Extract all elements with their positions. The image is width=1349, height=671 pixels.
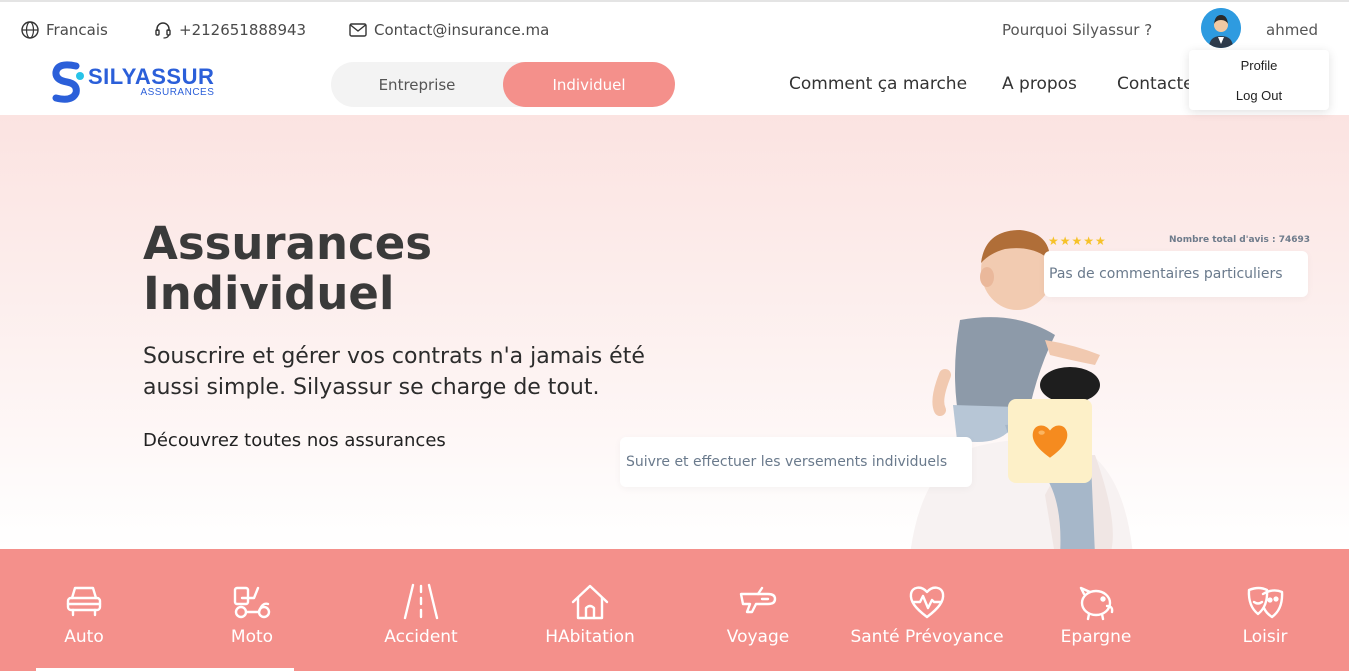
category-label: Santé Prévoyance (850, 627, 1004, 647)
language-selector[interactable]: Francais (20, 20, 108, 40)
discover-all-insurances-link[interactable]: Découvrez toutes nos assurances (143, 430, 446, 451)
nav-about[interactable]: A propos (1002, 74, 1077, 94)
hero-title-line1: Assurances (143, 217, 433, 270)
category-sante-prevoyance[interactable]: Santé Prévoyance (847, 549, 1007, 671)
house-icon (571, 584, 609, 620)
orange-heart-icon (1032, 425, 1068, 458)
rating-stars: ★★★★★ (1048, 234, 1107, 248)
car-icon (66, 586, 102, 617)
tracking-feature-card: Suivre et effectuer les versements indiv… (620, 437, 972, 487)
category-moto[interactable]: Moto (212, 549, 292, 671)
menu-item-profile[interactable]: Profile (1189, 58, 1329, 73)
menu-item-logout[interactable]: Log Out (1189, 88, 1329, 103)
nav-how-it-works[interactable]: Comment ça marche (789, 74, 967, 94)
category-auto[interactable]: Auto (44, 549, 124, 671)
logo-name: SILYASSUR (88, 64, 215, 89)
why-silyassur-link[interactable]: Pourquoi Silyassur ? (1002, 21, 1152, 39)
heart-emoji-card (1008, 399, 1092, 483)
customer-type-toggle: Entreprise Individuel (331, 62, 675, 107)
user-name[interactable]: ahmed (1266, 21, 1318, 39)
silyassur-logo-icon (52, 61, 84, 103)
hero-subtitle: Souscrire et gérer vos contrats n'a jama… (143, 344, 645, 400)
category-label: Accident (384, 627, 458, 647)
heart-pulse-icon (909, 586, 945, 619)
scooter-icon (233, 586, 271, 619)
category-voyage[interactable]: Voyage (713, 549, 803, 671)
user-avatar-icon (1201, 8, 1241, 48)
top-bar: Francais +212651888943 Contact@insurance… (0, 0, 1349, 56)
logo[interactable]: SILYASSUR ASSURANCES (50, 60, 214, 104)
globe-icon (21, 21, 39, 39)
rating-total: Nombre total d'avis : 74693 (1169, 235, 1311, 245)
phone-contact[interactable]: +212651888943 (153, 20, 306, 40)
category-accident[interactable]: Accident (371, 549, 471, 671)
insurance-categories-bar: Auto Moto Accident HAbitation Voyage San… (0, 549, 1349, 671)
phone-number: +212651888943 (179, 21, 307, 39)
hero-title: Assurances Individuel (143, 219, 432, 319)
language-label: Francais (46, 21, 108, 39)
user-dropdown-menu: Profile Log Out (1189, 50, 1329, 110)
review-comment-card: Pas de commentaires particuliers (1044, 251, 1308, 297)
piggy-bank-icon (1079, 586, 1114, 621)
plane-icon (739, 586, 777, 614)
masks-icon (1247, 586, 1284, 619)
category-label: Voyage (726, 627, 790, 647)
category-habitation[interactable]: HAbitation (525, 549, 655, 671)
category-label: Epargne (1060, 627, 1132, 647)
category-epargne[interactable]: Epargne (1051, 549, 1141, 671)
hero-section: Assurances Individuel Souscrire et gérer… (0, 115, 1349, 549)
mail-icon (349, 23, 367, 37)
hero-title-line2: Individuel (143, 267, 395, 320)
avatar[interactable] (1201, 8, 1241, 48)
email-contact[interactable]: Contact@insurance.ma (348, 20, 549, 40)
headset-icon (155, 22, 171, 39)
segment-entreprise[interactable]: Entreprise (331, 62, 503, 107)
category-label: Loisir (1242, 627, 1288, 647)
road-icon (403, 583, 439, 620)
category-label: Moto (230, 627, 274, 647)
email-address: Contact@insurance.ma (374, 21, 550, 39)
category-label: Auto (64, 627, 104, 647)
logo-subtitle: ASSURANCES (140, 87, 215, 98)
category-label: HAbitation (545, 627, 635, 647)
category-loisir[interactable]: Loisir (1225, 549, 1305, 671)
segment-individuel[interactable]: Individuel (503, 62, 675, 107)
